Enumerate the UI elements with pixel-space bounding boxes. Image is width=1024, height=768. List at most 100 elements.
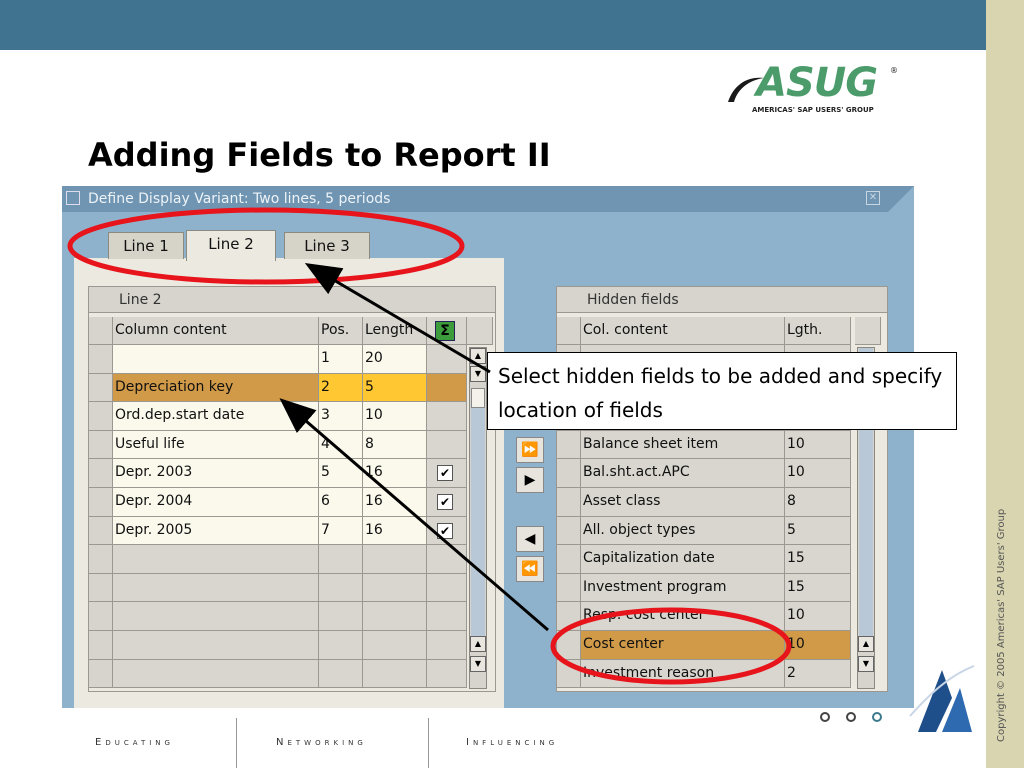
cell-length[interactable] xyxy=(363,602,427,631)
cell-column-content[interactable]: Depr. 2005 xyxy=(113,516,319,546)
cell-col-content[interactable]: Investment program xyxy=(581,573,785,603)
cell-length[interactable] xyxy=(363,545,427,574)
row-selector[interactable] xyxy=(557,430,581,460)
cell-lgth[interactable]: 10 xyxy=(785,459,851,488)
cell-pos[interactable]: 4 xyxy=(319,430,363,460)
cell-sum[interactable] xyxy=(427,631,467,660)
row-selector[interactable] xyxy=(89,345,113,374)
scroll-page-up-icon[interactable]: ▲ xyxy=(858,636,874,652)
cell-lgth[interactable]: 15 xyxy=(785,545,851,574)
cell-lgth[interactable]: 2 xyxy=(785,659,851,689)
row-selector[interactable] xyxy=(89,402,113,431)
cell-sum[interactable]: ✔ xyxy=(427,516,467,546)
row-selector[interactable] xyxy=(89,659,113,689)
row-selector[interactable] xyxy=(89,488,113,517)
cell-column-content[interactable] xyxy=(113,659,319,689)
cell-sum[interactable] xyxy=(427,602,467,631)
scroll-page-down-icon[interactable]: ▼ xyxy=(470,656,486,672)
cell-sum[interactable] xyxy=(427,373,467,403)
cell-column-content[interactable]: Depr. 2003 xyxy=(113,459,319,488)
cell-sum[interactable] xyxy=(427,545,467,574)
header-settings-cell[interactable] xyxy=(855,317,881,345)
cell-sum[interactable] xyxy=(427,659,467,689)
add-field-button[interactable]: ▶ xyxy=(516,467,544,493)
cell-column-content[interactable] xyxy=(113,345,319,374)
cell-pos[interactable] xyxy=(319,659,363,689)
cell-col-content[interactable]: Cost center xyxy=(581,631,785,660)
select-all-cell[interactable] xyxy=(557,317,581,345)
header-settings-cell[interactable] xyxy=(467,317,493,345)
row-selector[interactable] xyxy=(89,430,113,460)
cell-lgth[interactable]: 5 xyxy=(785,516,851,546)
cell-pos[interactable]: 6 xyxy=(319,488,363,517)
header-lgth[interactable]: Lgth. xyxy=(785,317,851,345)
header-sum[interactable]: Σ xyxy=(427,317,467,345)
cell-column-content[interactable] xyxy=(113,631,319,660)
row-selector[interactable] xyxy=(89,373,113,403)
scroll-track[interactable] xyxy=(471,408,485,636)
cell-col-content[interactable]: Asset class xyxy=(581,488,785,517)
row-selector[interactable] xyxy=(89,573,113,603)
cell-pos[interactable]: 2 xyxy=(319,373,363,403)
row-selector[interactable] xyxy=(557,573,581,603)
select-all-cell[interactable] xyxy=(89,317,113,345)
cell-sum[interactable] xyxy=(427,573,467,603)
cell-pos[interactable]: 1 xyxy=(319,345,363,374)
cell-col-content[interactable]: Bal.sht.act.APC xyxy=(581,459,785,488)
cell-column-content[interactable] xyxy=(113,545,319,574)
cell-pos[interactable] xyxy=(319,545,363,574)
cell-pos[interactable]: 3 xyxy=(319,402,363,431)
cell-column-content[interactable]: Ord.dep.start date xyxy=(113,402,319,431)
header-column-content[interactable]: Column content xyxy=(113,317,319,345)
cell-column-content[interactable]: Depreciation key xyxy=(113,373,319,403)
cell-col-content[interactable]: Capitalization date xyxy=(581,545,785,574)
header-col-content[interactable]: Col. content xyxy=(581,317,785,345)
cell-column-content[interactable] xyxy=(113,573,319,603)
cell-length[interactable] xyxy=(363,659,427,689)
cell-column-content[interactable]: Depr. 2004 xyxy=(113,488,319,517)
cell-sum[interactable]: ✔ xyxy=(427,459,467,488)
cell-sum[interactable] xyxy=(427,402,467,431)
row-selector[interactable] xyxy=(89,602,113,631)
row-selector[interactable] xyxy=(557,631,581,660)
cell-pos[interactable] xyxy=(319,573,363,603)
cell-length[interactable]: 16 xyxy=(363,459,427,488)
cell-col-content[interactable]: Investment reason xyxy=(581,659,785,689)
cell-length[interactable] xyxy=(363,631,427,660)
add-all-fields-button[interactable]: ⏩ xyxy=(516,437,544,463)
cell-column-content[interactable] xyxy=(113,602,319,631)
sum-checkbox[interactable]: ✔ xyxy=(437,465,453,482)
remove-all-fields-button[interactable]: ⏪ xyxy=(516,556,544,582)
sum-icon[interactable]: Σ xyxy=(435,321,455,341)
cell-length[interactable] xyxy=(363,573,427,603)
cell-pos[interactable] xyxy=(319,631,363,660)
cell-lgth[interactable]: 8 xyxy=(785,488,851,517)
row-selector[interactable] xyxy=(557,602,581,631)
scroll-thumb[interactable] xyxy=(471,388,485,408)
cell-pos[interactable] xyxy=(319,602,363,631)
row-selector[interactable] xyxy=(557,488,581,517)
left-grid-scrollbar[interactable]: ▲ ▼ ▲ ▼ xyxy=(469,347,487,689)
cell-lgth[interactable]: 10 xyxy=(785,430,851,460)
close-icon[interactable]: ✕ xyxy=(866,191,880,205)
cell-pos[interactable]: 7 xyxy=(319,516,363,546)
cell-sum[interactable] xyxy=(427,430,467,460)
cell-col-content[interactable]: Balance sheet item xyxy=(581,430,785,460)
header-pos[interactable]: Pos. xyxy=(319,317,363,345)
row-selector[interactable] xyxy=(89,545,113,574)
cell-pos[interactable]: 5 xyxy=(319,459,363,488)
tab-line-2[interactable]: Line 2 xyxy=(186,230,276,261)
cell-length[interactable]: 20 xyxy=(363,345,427,374)
cell-length[interactable]: 16 xyxy=(363,488,427,517)
cell-col-content[interactable]: Resp. cost center xyxy=(581,602,785,631)
cell-length[interactable]: 16 xyxy=(363,516,427,546)
cell-lgth[interactable]: 10 xyxy=(785,602,851,631)
row-selector[interactable] xyxy=(557,516,581,546)
row-selector[interactable] xyxy=(89,516,113,546)
remove-field-button[interactable]: ◀ xyxy=(516,526,544,552)
scroll-up-icon[interactable]: ▲ xyxy=(470,348,486,364)
row-selector[interactable] xyxy=(89,459,113,488)
cell-lgth[interactable]: 10 xyxy=(785,631,851,660)
scroll-down-icon[interactable]: ▼ xyxy=(470,366,486,382)
cell-length[interactable]: 10 xyxy=(363,402,427,431)
